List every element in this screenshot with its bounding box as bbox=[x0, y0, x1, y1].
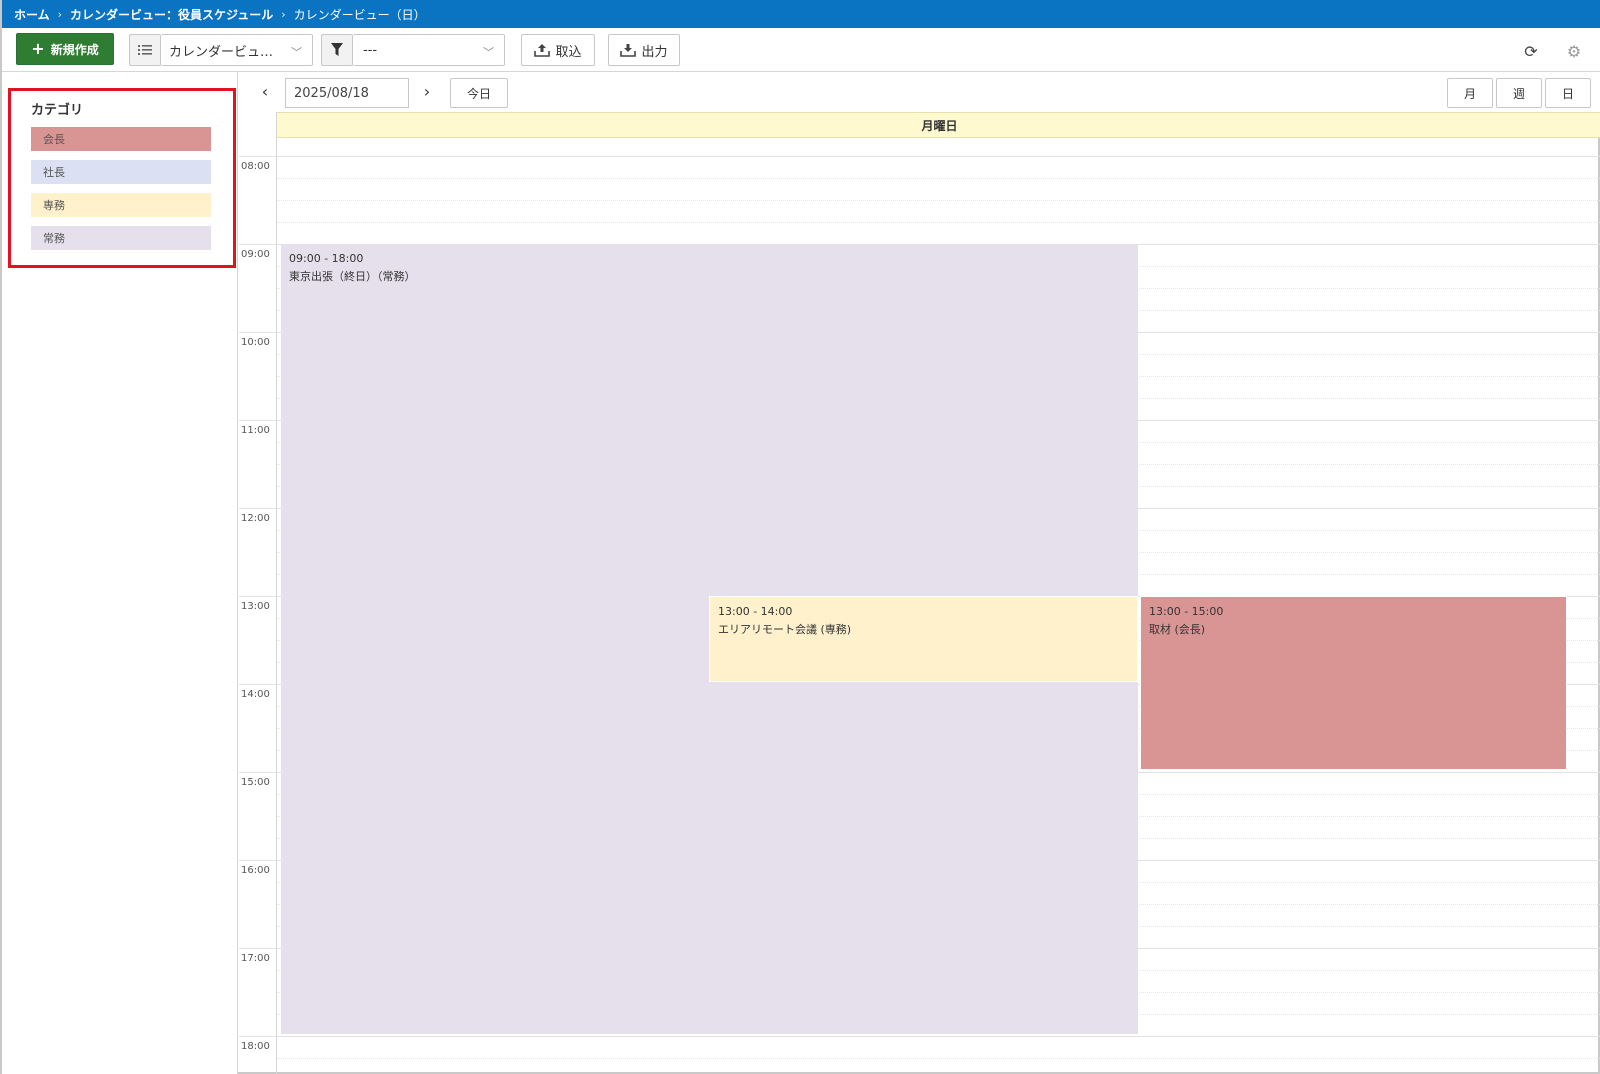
category-title: カテゴリ bbox=[31, 103, 84, 118]
grid-line bbox=[239, 1036, 1600, 1037]
new-button[interactable]: + 新規作成 bbox=[16, 33, 114, 65]
import-button[interactable]: 取込 bbox=[521, 34, 595, 66]
time-label: 13:00 bbox=[241, 601, 270, 612]
time-label: 15:00 bbox=[241, 777, 270, 788]
grid-line bbox=[277, 200, 1600, 201]
category-label: 専務 bbox=[43, 199, 65, 212]
time-label: 14:00 bbox=[241, 689, 270, 700]
grid-line bbox=[277, 222, 1600, 223]
event-time: 09:00 - 18:00 bbox=[289, 252, 364, 265]
week-view-button[interactable]: 週 bbox=[1496, 78, 1542, 108]
view-select-value: カレンダービュ… bbox=[169, 44, 274, 60]
gear-icon[interactable]: ⚙ bbox=[1565, 42, 1583, 61]
import-button-label: 取込 bbox=[555, 44, 582, 60]
category-label: 常務 bbox=[43, 232, 65, 245]
chevron-down-icon: ﹀ bbox=[291, 46, 302, 59]
month-view-button[interactable]: 月 bbox=[1447, 78, 1493, 108]
chevron-right-icon: › bbox=[281, 7, 286, 21]
time-label: 12:00 bbox=[241, 513, 270, 524]
event-time: 13:00 - 14:00 bbox=[718, 605, 793, 618]
day-view-button[interactable]: 日 bbox=[1545, 78, 1591, 108]
new-button-label: 新規作成 bbox=[50, 42, 99, 57]
grid-line bbox=[277, 1058, 1600, 1059]
calendar-navigation: ‹ 2025/08/18 › 今日 月 週 日 bbox=[239, 72, 1600, 112]
grid-line bbox=[239, 156, 1600, 157]
chevron-left-icon[interactable]: ‹ bbox=[257, 82, 273, 101]
time-label: 11:00 bbox=[241, 425, 270, 436]
category-label: 会長 bbox=[43, 133, 65, 146]
refresh-icon[interactable]: ⟳ bbox=[1522, 42, 1540, 61]
grid-line bbox=[277, 178, 1600, 179]
day-grid: 月曜日 08:00 09:00 10:00 11:00 12:00 13:00 14:00 1… bbox=[239, 112, 1600, 1074]
filter-icon[interactable] bbox=[321, 34, 353, 66]
chevron-down-icon: ﹀ bbox=[483, 46, 494, 59]
category-label: 社長 bbox=[43, 166, 65, 179]
event-title: 東京出張（終日）（常務） bbox=[289, 270, 416, 283]
date-input[interactable]: 2025/08/18 bbox=[285, 78, 409, 108]
category-item-chairman[interactable]: 会長 bbox=[31, 127, 211, 151]
time-label: 08:00 bbox=[241, 161, 270, 172]
chevron-right-icon: › bbox=[57, 7, 63, 21]
export-button[interactable]: 出力 bbox=[608, 34, 680, 66]
event-interview[interactable]: 13:00 - 15:00 取材 (会長) bbox=[1140, 596, 1567, 770]
time-label: 10:00 bbox=[241, 337, 270, 348]
event-area-remote-meeting[interactable]: 13:00 - 14:00 エリアリモート会議 (専務) bbox=[709, 596, 1138, 682]
today-button[interactable]: 今日 bbox=[450, 78, 508, 108]
list-icon[interactable] bbox=[129, 34, 161, 66]
export-button-label: 出力 bbox=[641, 44, 668, 60]
view-select[interactable]: カレンダービュ… ﹀ bbox=[161, 34, 313, 66]
upload-icon bbox=[534, 44, 551, 57]
category-item-managing-director[interactable]: 常務 bbox=[31, 226, 211, 250]
event-time: 13:00 - 15:00 bbox=[1149, 605, 1224, 618]
time-label: 09:00 bbox=[241, 249, 270, 260]
time-label: 16:00 bbox=[241, 865, 270, 876]
category-item-senior-director[interactable]: 専務 bbox=[31, 193, 211, 217]
app-window: ホーム › カレンダービュー：役員スケジュール › カレンダービュー（日） + … bbox=[0, 0, 1600, 1074]
sidebar: カテゴリ 会長 社長 専務 常務 bbox=[2, 72, 238, 1074]
filter-select[interactable]: --- ﹀ bbox=[353, 34, 505, 66]
event-title: 取材 (会長) bbox=[1149, 623, 1206, 636]
plus-icon: + bbox=[31, 39, 45, 58]
category-item-president[interactable]: 社長 bbox=[31, 160, 211, 184]
breadcrumb-calendar-view[interactable]: カレンダービュー：役員スケジュール bbox=[70, 6, 273, 23]
filter-select-value: --- bbox=[363, 42, 378, 58]
category-panel: カテゴリ 会長 社長 専務 常務 bbox=[8, 88, 236, 268]
breadcrumb-home[interactable]: ホーム bbox=[14, 6, 50, 23]
breadcrumb-current: カレンダービュー（日） bbox=[293, 7, 426, 22]
day-header: 月曜日 bbox=[277, 112, 1600, 138]
event-title: エリアリモート会議 (専務) bbox=[718, 623, 852, 636]
breadcrumb: ホーム › カレンダービュー：役員スケジュール › カレンダービュー（日） bbox=[2, 0, 1600, 28]
download-icon bbox=[620, 44, 637, 57]
chevron-right-icon[interactable]: › bbox=[419, 82, 435, 101]
date-value: 2025/08/18 bbox=[294, 85, 369, 101]
toolbar: + 新規作成 カレンダービュ… ﹀ --- ﹀ 取込 出力 ⟳ ⚙ bbox=[2, 28, 1600, 72]
time-label: 18:00 bbox=[241, 1041, 270, 1052]
time-label: 17:00 bbox=[241, 953, 270, 964]
